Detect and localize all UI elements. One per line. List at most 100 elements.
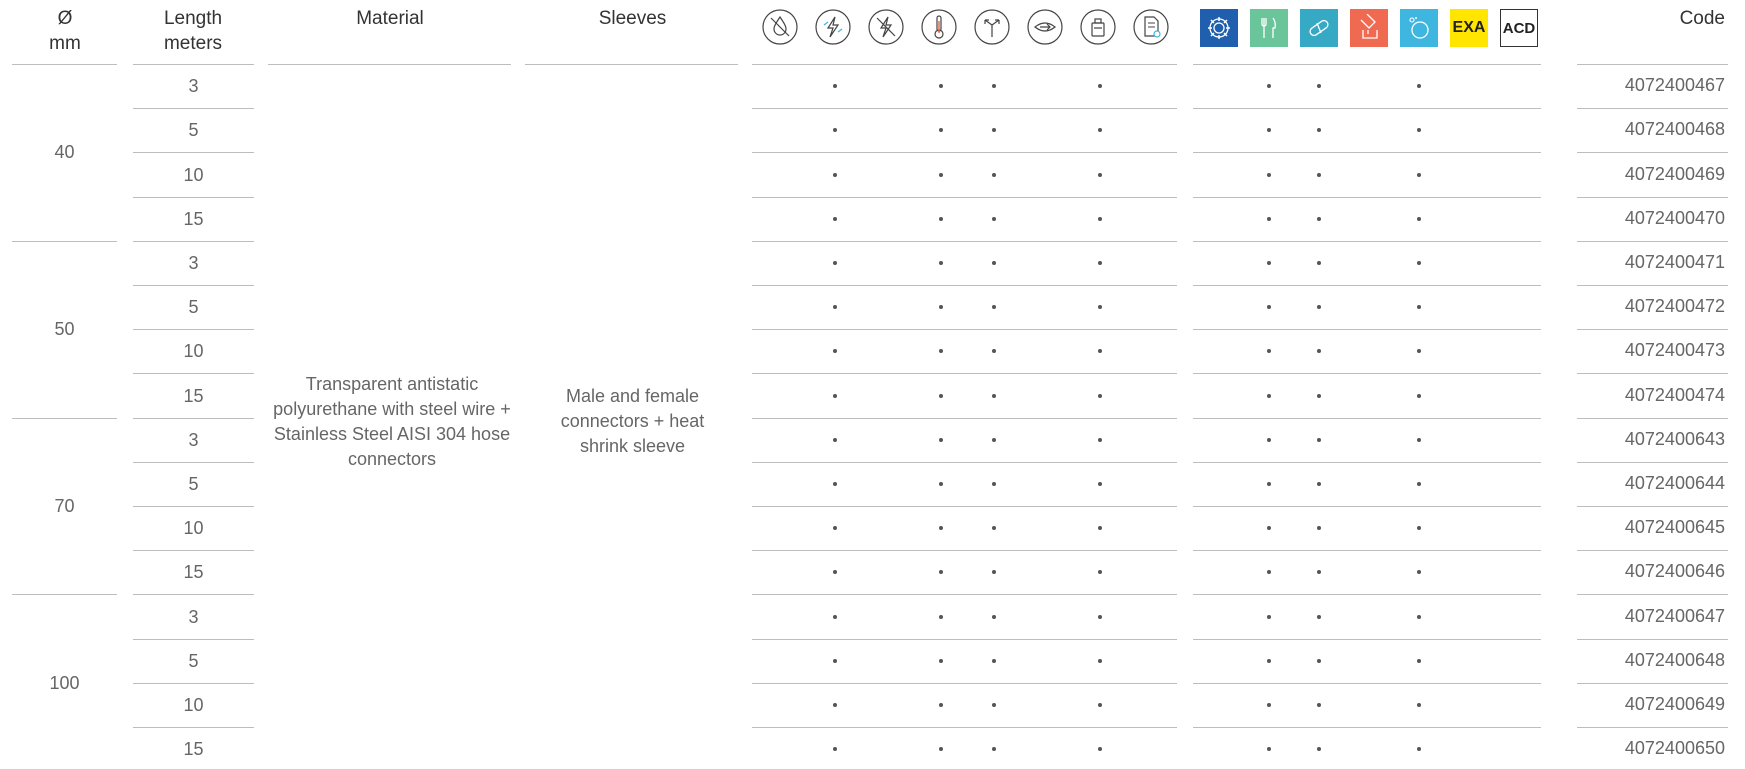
diameter-cell: 40: [54, 142, 75, 163]
row-divider: [752, 638, 1177, 640]
property-dot: [1098, 349, 1102, 354]
length-cell: 5: [188, 297, 199, 318]
thermometer-icon: [921, 9, 957, 45]
category-dot: [1417, 526, 1421, 531]
property-dot: [1098, 570, 1102, 575]
row-divider: [752, 461, 1177, 463]
category-dot: [1317, 658, 1321, 663]
length-cell: 15: [183, 208, 204, 229]
code-cell: 4072400643: [1624, 428, 1725, 449]
category-dot: [1417, 481, 1421, 486]
row-divider: [1577, 108, 1728, 110]
row-divider: [1577, 240, 1728, 242]
property-dot: [939, 393, 943, 398]
category-dot: [1417, 172, 1421, 177]
category-dot: [1317, 614, 1321, 619]
row-divider: [1193, 550, 1541, 552]
category-dot: [1417, 614, 1421, 619]
property-dot: [992, 216, 996, 221]
property-dot: [939, 747, 943, 752]
category-dot: [1417, 658, 1421, 663]
property-dot: [939, 84, 943, 89]
length-cell: 10: [183, 518, 204, 539]
property-dot: [992, 702, 996, 707]
row-divider: [1193, 594, 1541, 596]
length-cell: 3: [188, 429, 199, 450]
property-dot: [939, 260, 943, 265]
row-divider: [133, 285, 254, 286]
category-dot: [1417, 437, 1421, 442]
property-dot: [833, 349, 837, 354]
property-dot: [833, 260, 837, 265]
no-drop-icon: [762, 9, 798, 45]
category-dot: [1317, 747, 1321, 752]
category-dot: [1417, 570, 1421, 575]
property-dot: [833, 570, 837, 575]
property-dot: [992, 305, 996, 310]
property-dot: [833, 481, 837, 486]
cosmetics-bubble-icon: [1400, 9, 1438, 47]
group-divider: [12, 594, 117, 596]
diameter-symbol: Ø: [57, 8, 73, 29]
category-dot: [1317, 305, 1321, 310]
category-dot: [1267, 84, 1271, 89]
row-divider: [1193, 285, 1541, 286]
exa-label: EXA: [1452, 19, 1486, 36]
row-divider: [133, 373, 254, 375]
category-dot: [1417, 702, 1421, 707]
row-divider: [752, 682, 1177, 684]
row-divider: [1577, 285, 1728, 286]
code-cell: 4072400474: [1624, 384, 1725, 405]
category-dot: [1267, 305, 1271, 310]
code-cell: 4072400644: [1624, 472, 1725, 493]
length-cell: 15: [183, 739, 204, 760]
category-dot: [1267, 349, 1271, 354]
row-divider: [133, 550, 254, 552]
acd-icon: ACD: [1500, 9, 1538, 47]
row-divider: [752, 196, 1177, 198]
length-cell: 5: [188, 473, 199, 494]
row-divider: [133, 152, 254, 154]
length-cell: 3: [188, 252, 199, 273]
row-divider: [1193, 461, 1541, 463]
code-cell: 4072400645: [1624, 517, 1725, 538]
property-dot: [992, 526, 996, 531]
category-dot: [1417, 349, 1421, 354]
category-dot: [1317, 260, 1321, 265]
row-divider: [752, 417, 1177, 419]
category-dot: [1317, 84, 1321, 89]
row-divider: [752, 108, 1177, 110]
group-divider: [12, 240, 117, 242]
diameter-cell: 100: [49, 672, 80, 693]
property-dot: [1098, 526, 1102, 531]
header-divider: [1577, 64, 1728, 65]
header-divider: [133, 64, 254, 65]
code-cell: 4072400472: [1624, 296, 1725, 317]
property-dot: [939, 437, 943, 442]
property-dot: [939, 702, 943, 707]
category-dot: [1417, 260, 1421, 265]
row-divider: [133, 682, 254, 684]
category-dot: [1417, 128, 1421, 133]
property-dot: [833, 393, 837, 398]
container-icon: [1080, 9, 1116, 45]
length-cell: 10: [183, 694, 204, 715]
property-dot: [992, 128, 996, 133]
property-dot: [833, 172, 837, 177]
category-dot: [1267, 614, 1271, 619]
property-dot: [939, 172, 943, 177]
code-cell: 4072400467: [1624, 75, 1725, 96]
property-dot: [833, 216, 837, 221]
row-divider: [1193, 240, 1541, 242]
property-dot: [992, 658, 996, 663]
length-cell: 10: [183, 164, 204, 185]
category-dot: [1267, 260, 1271, 265]
property-dot: [992, 570, 996, 575]
material-cell: Transparent antistatic polyurethane with…: [273, 374, 511, 469]
industry-gear-icon: [1200, 9, 1238, 47]
property-dot: [992, 260, 996, 265]
length-cell: 3: [188, 76, 199, 97]
property-dot: [833, 128, 837, 133]
header-divider: [268, 64, 511, 65]
category-dot: [1267, 437, 1271, 442]
